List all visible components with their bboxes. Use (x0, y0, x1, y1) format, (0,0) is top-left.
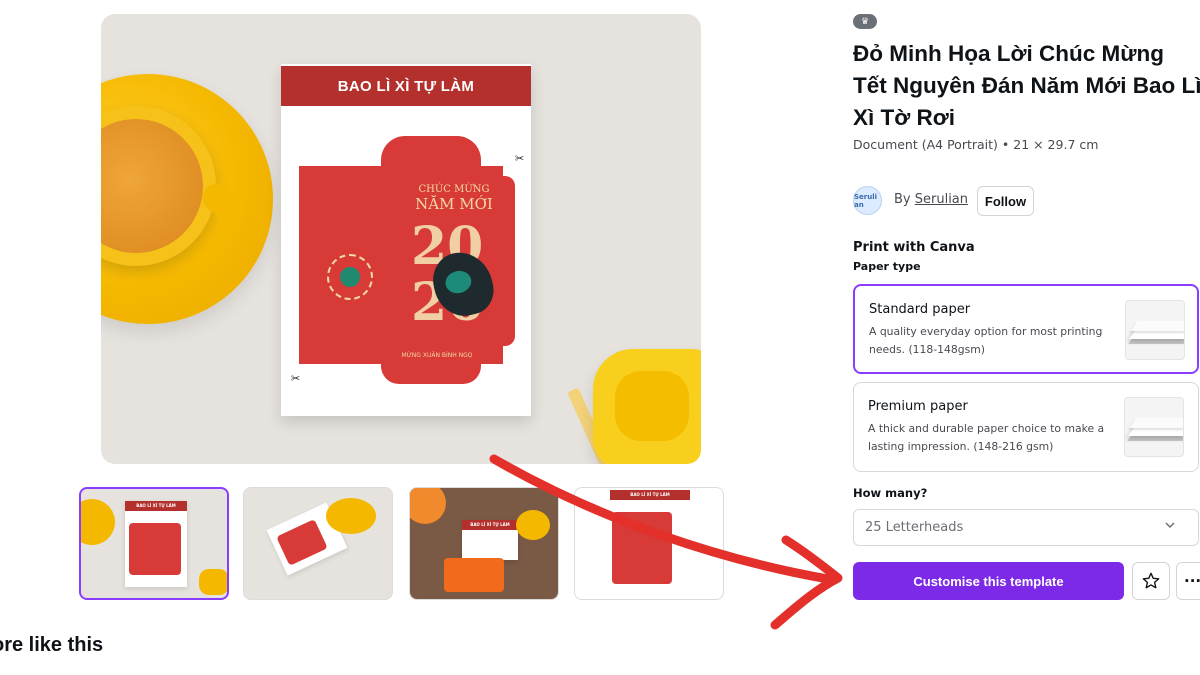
medallion (327, 254, 373, 300)
star-icon (1142, 572, 1160, 589)
chevron-down-icon (1164, 519, 1176, 534)
paper-sheet (1129, 418, 1183, 428)
thumb-paper-header: BAO LÌ XÌ TỰ LÀM (462, 520, 518, 530)
print-with-canva-heading: Print with Canva (853, 240, 975, 255)
paper-type-label: Paper type (853, 260, 921, 273)
author-link[interactable]: Serulian (915, 192, 968, 207)
greeting-small: CHÚC MỪNG (418, 184, 490, 195)
quantity-value: 25 Letterheads (865, 520, 964, 535)
paper-sheet (1130, 321, 1184, 331)
option-description: A thick and durable paper choice to make… (868, 422, 1105, 453)
avatar[interactable]: Seruli an (853, 186, 882, 215)
greeting-large: NĂM MỚI (415, 195, 493, 213)
favorite-button[interactable] (1132, 562, 1170, 600)
thumb-paper: BAO LÌ XÌ TỰ LÀM (462, 520, 518, 560)
author-byline: By Serulian (894, 192, 968, 207)
premium-paper-option[interactable]: Premium paper A thick and durable paper … (853, 382, 1199, 472)
thumb-tray (516, 510, 550, 540)
by-prefix: By (894, 192, 915, 207)
how-many-label: How many? (853, 486, 928, 500)
crown-icon: ♛ (853, 14, 877, 29)
standard-paper-option[interactable]: Standard paper A quality everyday option… (853, 284, 1199, 374)
envelope-subtitle: MỪNG XUÂN BÍNH NGỌ (401, 352, 473, 359)
follow-button[interactable]: Follow (977, 186, 1034, 216)
thumbnail-4[interactable]: BAO LÌ XÌ TỰ LÀM (574, 487, 724, 600)
more-options-button[interactable]: ··· (1176, 562, 1200, 600)
thumbnail-2[interactable] (243, 487, 393, 600)
thumb-paper: BAO LÌ XÌ TỰ LÀM (610, 490, 690, 598)
printed-paper: BAO LÌ XÌ TỰ LÀM CHÚC MỪNG NĂM MỚI 20 26… (281, 64, 531, 416)
envelope-flap-top (381, 136, 481, 176)
thumb-plate (326, 498, 376, 534)
paper-edge (1128, 339, 1184, 344)
thumbnail-3[interactable]: BAO LÌ XÌ TỰ LÀM (409, 487, 559, 600)
thumb-envelope (129, 523, 181, 575)
paper-edge (1127, 436, 1183, 441)
thumb-paper-header: BAO LÌ XÌ TỰ LÀM (610, 490, 690, 500)
thumb-tray (199, 569, 227, 595)
more-like-this-heading: ore like this (0, 634, 104, 656)
template-preview-image[interactable]: BAO LÌ XÌ TỰ LÀM CHÚC MỪNG NĂM MỚI 20 26… (101, 14, 701, 464)
paper-header: BAO LÌ XÌ TỰ LÀM (281, 66, 531, 106)
thumb-cup (81, 499, 115, 545)
thumb-envelope (444, 558, 504, 592)
thumbnail-1[interactable]: BAO LÌ XÌ TỰ LÀM (79, 487, 229, 600)
thumb-envelope (612, 512, 672, 584)
thumb-lantern (410, 488, 446, 524)
customise-template-button[interactable]: Customise this template (853, 562, 1124, 600)
paper-stack-image (1124, 397, 1184, 457)
option-title: Premium paper (868, 399, 968, 414)
template-meta: Document (A4 Portrait) • 21 × 29.7 cm (853, 137, 1099, 152)
thumb-paper-header: BAO LÌ XÌ TỰ LÀM (125, 501, 187, 511)
template-title: Đỏ Minh Họa Lời Chúc Mừng Tết Nguyên Đán… (853, 41, 1200, 130)
quantity-select[interactable]: 25 Letterheads (853, 509, 1199, 546)
scissors-icon: ✂ (291, 372, 301, 385)
scissors-icon: ✂ (515, 152, 525, 165)
yellow-tray (593, 349, 701, 464)
option-title: Standard paper (869, 302, 971, 317)
option-description: A quality everyday option for most print… (869, 325, 1103, 356)
thumb-paper: BAO LÌ XÌ TỰ LÀM (125, 501, 187, 587)
thumb-envelope (276, 519, 328, 566)
paper-stack-image (1125, 300, 1185, 360)
